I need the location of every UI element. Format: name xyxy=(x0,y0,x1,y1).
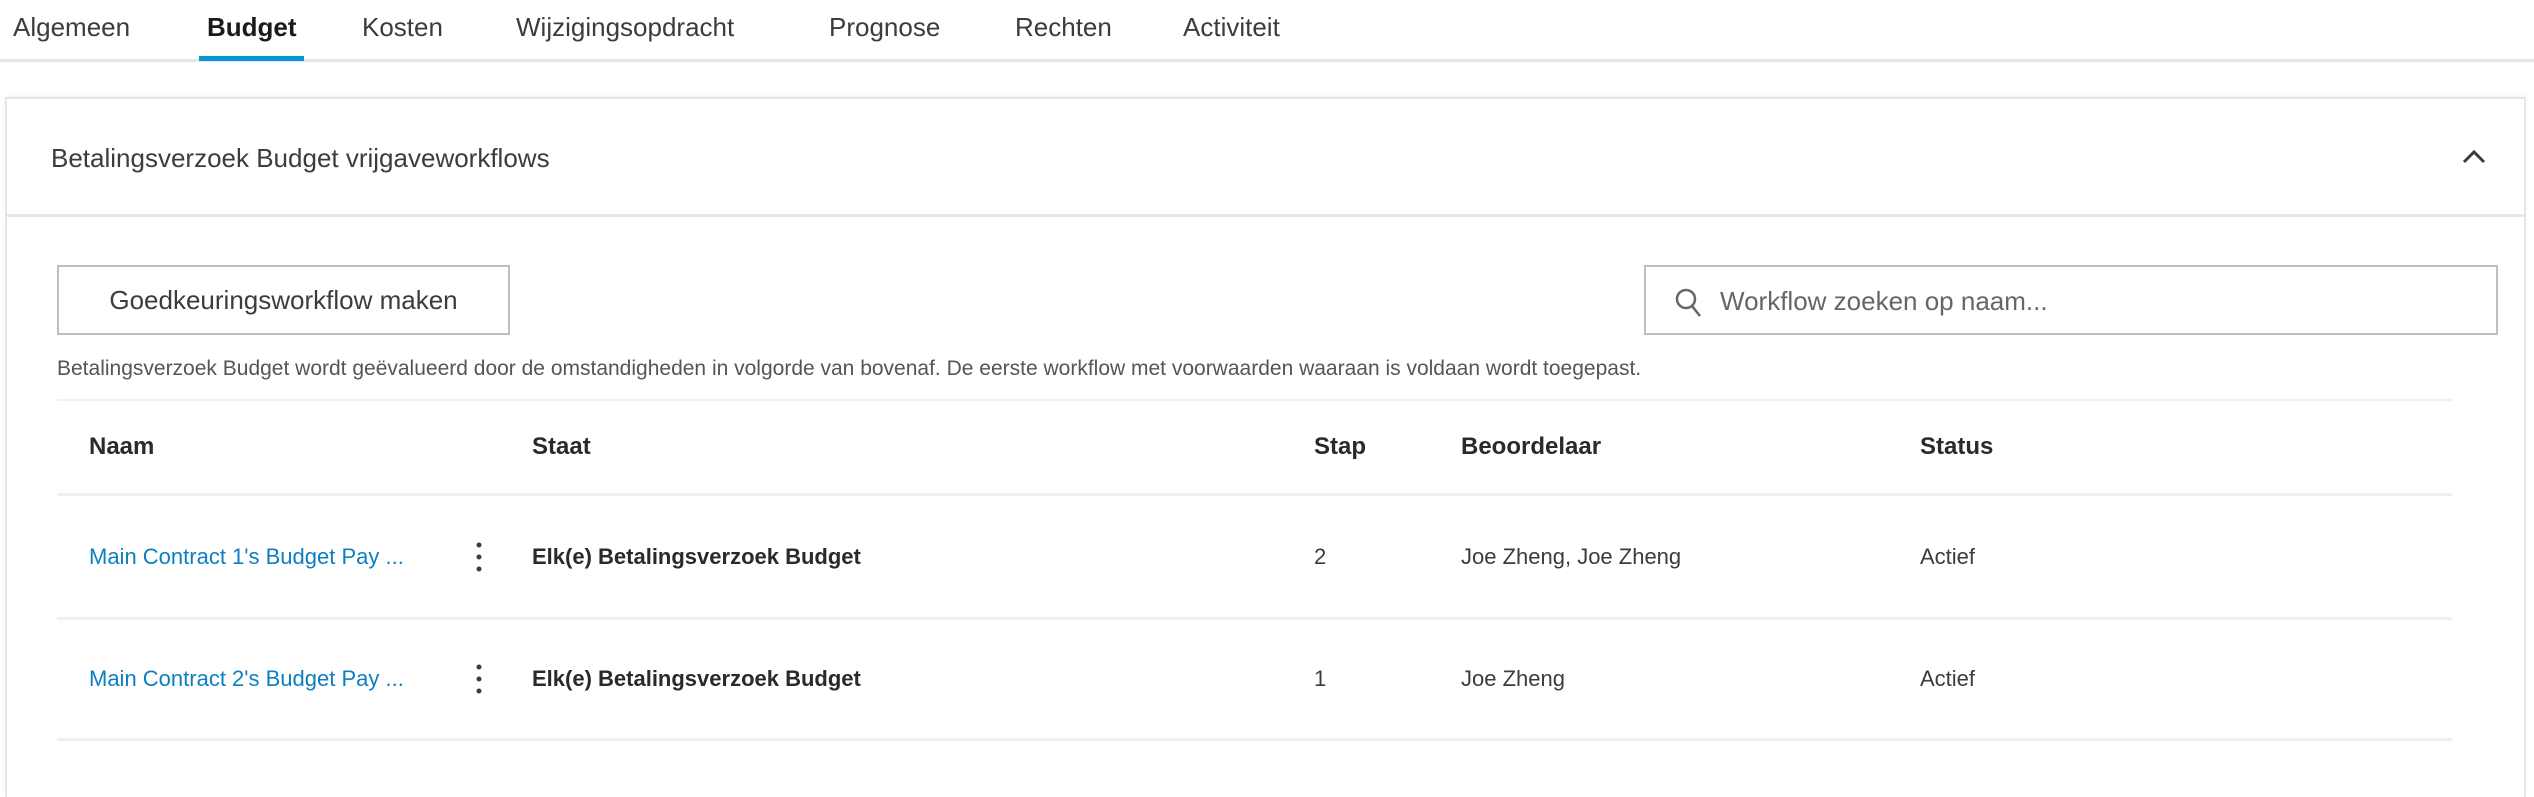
stap-value: 2 xyxy=(1314,543,1327,569)
panel-title: Betalingsverzoek Budget vrijgaveworkflow… xyxy=(51,143,550,173)
tab-budget[interactable]: Budget xyxy=(207,12,297,43)
column-header-beoordelaar[interactable]: Beoordelaar xyxy=(1461,401,1601,493)
staat-value: Elk(e) Betalingsverzoek Budget xyxy=(532,543,861,569)
workflow-name-link[interactable]: Main Contract 2's Budget Pay ... xyxy=(89,620,404,738)
beoordelaar-value: Joe Zheng xyxy=(1461,666,1565,691)
beoordelaar-value: Joe Zheng, Joe Zheng xyxy=(1461,543,1682,569)
panel-header[interactable]: Betalingsverzoek Budget vrijgaveworkflow… xyxy=(7,99,2524,217)
search-box[interactable] xyxy=(1644,265,2498,335)
active-tab-indicator xyxy=(199,56,304,61)
more-vertical-icon[interactable] xyxy=(469,537,489,577)
more-vertical-icon[interactable] xyxy=(469,659,489,699)
table-row: Main Contract 1's Budget Pay ... Elk(e) … xyxy=(57,493,2452,617)
tab-wijzigingsopdracht[interactable]: Wijzigingsopdracht xyxy=(516,12,734,43)
table-header-row: Naam Staat Stap Beoordelaar Status xyxy=(57,399,2452,493)
status-value: Actief xyxy=(1920,543,1976,569)
column-header-stap[interactable]: Stap xyxy=(1314,401,1366,493)
staat-value: Elk(e) Betalingsverzoek Budget xyxy=(532,666,861,691)
tab-kosten[interactable]: Kosten xyxy=(362,12,443,43)
tab-rechten[interactable]: Rechten xyxy=(1015,12,1112,43)
tab-bar: Algemeen Budget Kosten Wijzigingsopdrach… xyxy=(0,0,2534,62)
workflow-table: Naam Staat Stap Beoordelaar Status Main … xyxy=(57,399,2452,741)
table-row: Main Contract 2's Budget Pay ... Elk(e) … xyxy=(57,617,2452,741)
workflow-name-link[interactable]: Main Contract 1's Budget Pay ... xyxy=(89,496,404,617)
tab-activiteit[interactable]: Activiteit xyxy=(1183,12,1280,43)
search-icon xyxy=(1675,288,1701,317)
column-header-naam[interactable]: Naam xyxy=(89,401,154,493)
tab-algemeen[interactable]: Algemeen xyxy=(13,12,130,43)
chevron-up-icon[interactable] xyxy=(2460,143,2488,171)
description-text: Betalingsverzoek Budget wordt geëvalueer… xyxy=(57,357,1642,380)
row-menu-button[interactable] xyxy=(469,620,489,738)
status-value: Actief xyxy=(1920,666,1976,691)
column-header-staat[interactable]: Staat xyxy=(532,401,591,493)
search-input[interactable] xyxy=(1718,275,2482,327)
row-menu-button[interactable] xyxy=(469,496,489,617)
create-workflow-button[interactable]: Goedkeuringsworkflow maken xyxy=(57,265,510,335)
tab-prognose[interactable]: Prognose xyxy=(829,12,940,43)
stap-value: 1 xyxy=(1314,666,1327,691)
column-header-status[interactable]: Status xyxy=(1920,401,1993,493)
workflows-panel: Betalingsverzoek Budget vrijgaveworkflow… xyxy=(5,97,2526,797)
